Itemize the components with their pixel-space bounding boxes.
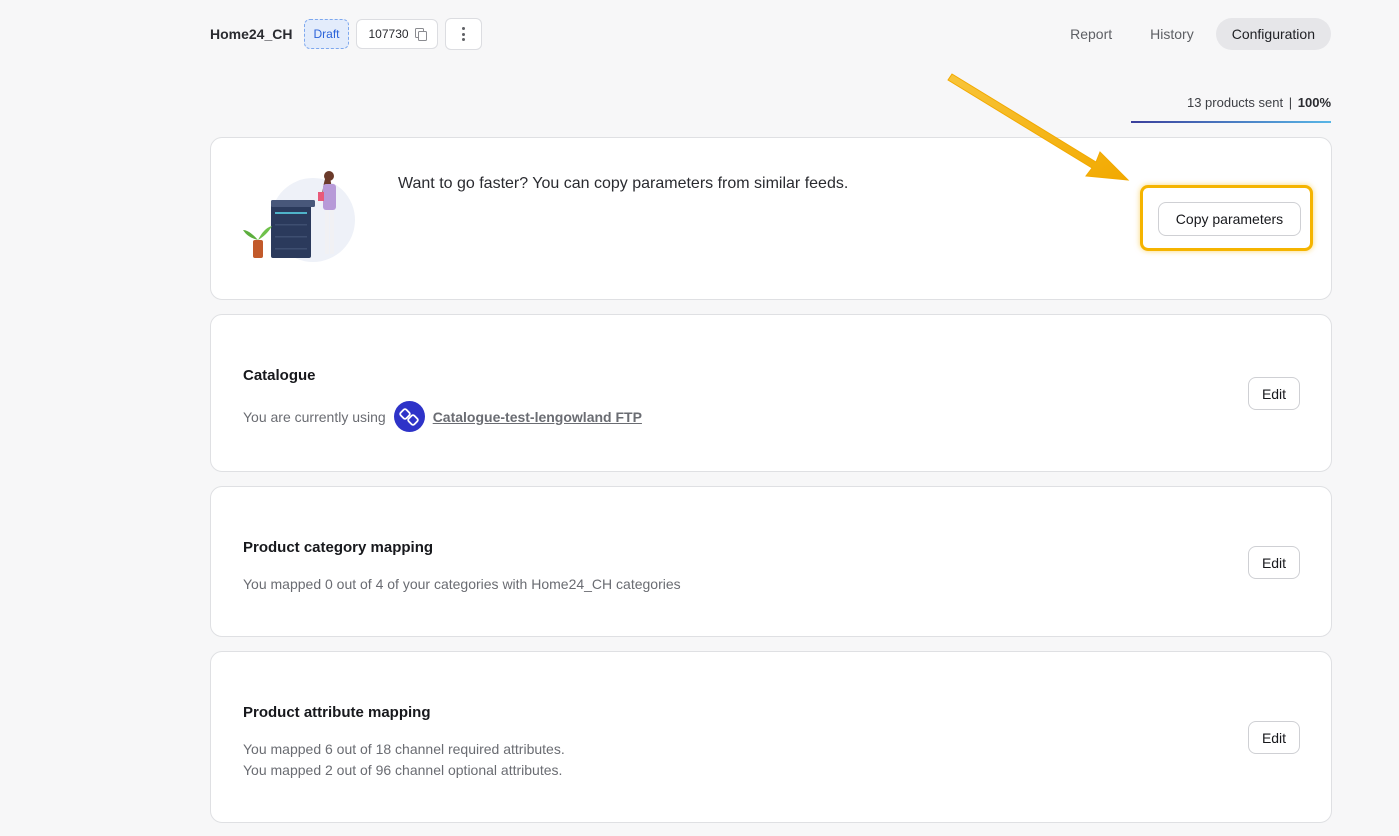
- progress-bar: [1131, 121, 1331, 123]
- copy-parameters-button[interactable]: Copy parameters: [1158, 202, 1301, 236]
- status-badge: Draft: [304, 19, 349, 49]
- edit-attribute-mapping-button[interactable]: Edit: [1248, 721, 1300, 754]
- catalogue-link[interactable]: Catalogue-test-lengowland FTP: [433, 409, 642, 425]
- kebab-menu-icon: [461, 27, 465, 41]
- category-mapping-text: You mapped 0 out of 4 of your categories…: [243, 576, 681, 592]
- products-sent-progress: 13 products sent | 100%: [1131, 95, 1331, 123]
- attribute-mapping-title: Product attribute mapping: [243, 704, 431, 721]
- edit-category-mapping-button[interactable]: Edit: [1248, 546, 1300, 579]
- catalogue-title: Catalogue: [243, 367, 316, 384]
- required-attributes-text: You mapped 6 out of 18 channel required …: [243, 741, 565, 757]
- progress-percent: 100%: [1297, 95, 1331, 110]
- copy-icon[interactable]: [414, 28, 427, 41]
- edit-catalogue-button[interactable]: Edit: [1248, 377, 1300, 410]
- copy-parameters-text: Want to go faster? You can copy paramete…: [398, 175, 849, 192]
- annotation-arrow-icon: [947, 73, 1130, 181]
- products-sent-text: 13 products sent: [1186, 95, 1284, 110]
- progress-bar-fill: [1131, 121, 1331, 123]
- feed-id: 107730: [368, 27, 409, 41]
- copy-parameters-card: Want to go faster? You can copy paramete…: [210, 137, 1332, 300]
- progress-separator: |: [1288, 95, 1293, 110]
- top-bar: Home24_CH Draft 107730 Report History Co…: [210, 18, 1331, 50]
- catalogue-source-prefix: You are currently using: [243, 408, 386, 425]
- more-options-button[interactable]: [444, 18, 482, 50]
- tab-report[interactable]: Report: [1054, 18, 1128, 50]
- tab-configuration[interactable]: Configuration: [1215, 18, 1331, 50]
- feed-id-chip[interactable]: 107730: [355, 19, 438, 49]
- category-mapping-card: Product category mapping You mapped 0 ou…: [210, 486, 1332, 637]
- link-icon: [393, 401, 425, 432]
- tabs: Report History Configuration: [1054, 18, 1331, 50]
- tab-history[interactable]: History: [1134, 18, 1210, 50]
- attribute-mapping-card: Product attribute mapping You mapped 6 o…: [210, 651, 1332, 823]
- category-mapping-title: Product category mapping: [243, 539, 434, 556]
- catalogue-source-row: You are currently using Catalogue-test-l…: [243, 401, 642, 432]
- feed-name: Home24_CH: [210, 26, 293, 42]
- illustration-image: [243, 171, 355, 262]
- catalogue-card: Catalogue You are currently using Catalo…: [210, 314, 1332, 472]
- optional-attributes-text: You mapped 2 out of 96 channel optional …: [243, 762, 563, 778]
